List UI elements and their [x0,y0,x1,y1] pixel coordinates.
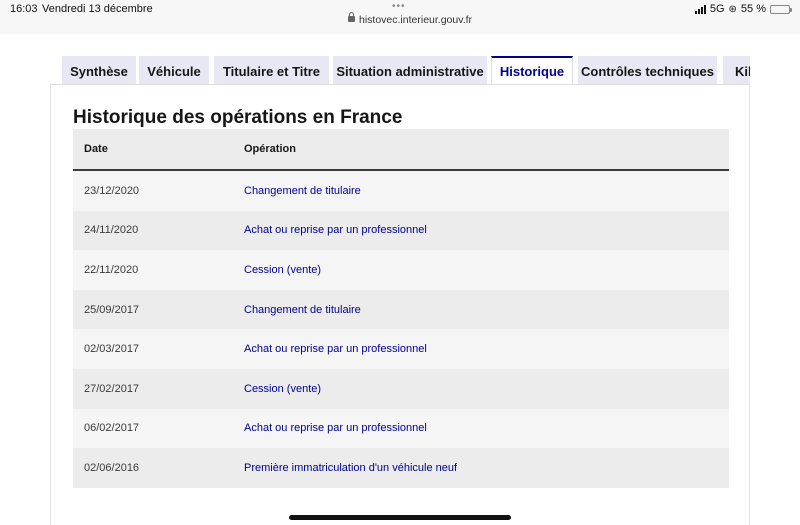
row-date: 02/03/2017 [84,343,140,356]
tab-historique[interactable]: Historique [491,56,573,85]
row-date: 25/09/2017 [84,303,140,316]
table-row: 06/02/2017 Achat ou reprise par un profe… [73,408,729,449]
table-row: 23/12/2020 Changement de titulaire [73,171,729,211]
row-operation-link[interactable]: Première immatriculation d'un véhicule n… [233,462,729,474]
status-date: Vendredi 13 décembre [42,3,153,15]
table-row: 27/02/2017 Cession (vente) [73,368,729,409]
status-time: 16:03 [10,3,38,15]
battery-percent: 55 % [740,3,766,15]
tab-vehicule[interactable]: Véhicule [139,56,209,85]
network-label: 5G [709,3,725,15]
header-operation: Opération [244,143,296,155]
table-row: 22/11/2020 Cession (vente) [73,250,729,290]
table-body: 23/12/2020 Changement de titulaire 24/11… [73,171,729,488]
row-date: 02/06/2016 [84,461,140,474]
table-row: 02/06/2016 Première immatriculation d'un… [73,448,729,488]
orientation-lock-icon: ⊛ [728,3,737,15]
table-row: 25/09/2017 Changement de titulaire [73,289,729,330]
lock-icon [348,12,355,22]
row-operation-link[interactable]: Cession (vente) [233,264,729,276]
row-operation-link[interactable]: Achat ou reprise par un professionnel [233,422,729,434]
status-bar: 16:03 Vendredi 13 décembre ••• histovec.… [0,0,800,34]
row-operation-link[interactable]: Achat ou reprise par un professionnel [233,343,729,355]
row-date: 23/12/2020 [84,184,140,197]
row-date: 27/02/2017 [84,382,140,395]
row-operation-link[interactable]: Changement de titulaire [233,304,729,316]
row-date: 06/02/2017 [84,422,140,435]
tab-synthese[interactable]: Synthèse [62,56,136,85]
row-date: 24/11/2020 [84,224,139,237]
battery-icon [770,4,792,14]
table-header: Date Opération [73,129,729,171]
operations-table: Date Opération 23/12/2020 Changement de … [73,129,729,488]
signal-icon [694,4,706,14]
multitasking-dots-icon[interactable]: ••• [392,1,406,12]
page-title: Historique des opérations en France [73,107,403,128]
tab-situation-administrative[interactable]: Situation administrative [333,56,487,85]
row-date: 22/11/2020 [84,263,139,276]
table-row: 24/11/2020 Achat ou reprise par un profe… [73,210,729,251]
address-url: histovec.interieur.gouv.fr [359,14,473,26]
row-operation-link[interactable]: Achat ou reprise par un professionnel [233,224,729,236]
home-indicator[interactable] [289,515,511,520]
tab-bar: Synthèse Véhicule Titulaire et Titre Sit… [60,56,750,85]
row-operation-link[interactable]: Changement de titulaire [233,185,729,197]
table-row: 02/03/2017 Achat ou reprise par un profe… [73,329,729,369]
status-right: 5G ⊛ 55 % [694,3,792,15]
address-bar[interactable]: histovec.interieur.gouv.fr [348,12,473,26]
tab-titulaire-et-titre[interactable]: Titulaire et Titre [214,56,329,85]
header-date: Date [84,143,108,155]
historique-panel: Historique des opérations en France Date… [50,84,750,525]
tab-controles-techniques[interactable]: Contrôles techniques [578,56,717,85]
tab-kilometrage[interactable]: Kilo [723,56,750,85]
row-operation-link[interactable]: Cession (vente) [233,383,729,395]
